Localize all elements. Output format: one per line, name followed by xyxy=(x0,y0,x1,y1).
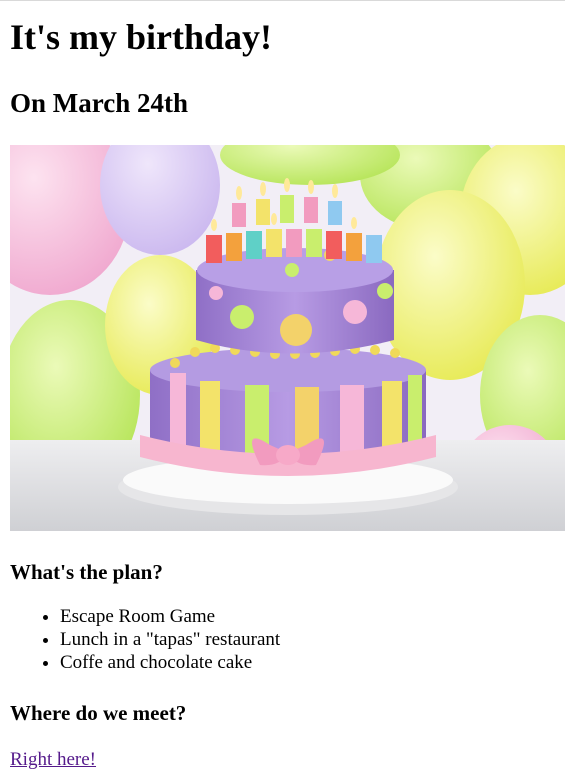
date-heading: On March 24th xyxy=(10,88,189,118)
meet-heading: Where do we meet? xyxy=(10,701,187,725)
page-title: It's my birthday! xyxy=(10,17,273,57)
list-item: Lunch in a "tapas" restaurant xyxy=(60,628,280,651)
plan-heading: What's the plan? xyxy=(10,560,163,584)
list-item: Escape Room Game xyxy=(60,605,280,628)
plan-list: Escape Room Game Lunch in a "tapas" rest… xyxy=(10,605,280,674)
list-item: Coffe and chocolate cake xyxy=(60,651,280,674)
top-border xyxy=(0,0,565,1)
birthday-cake-image xyxy=(10,145,565,531)
right-here-link[interactable]: Right here! xyxy=(10,748,96,772)
